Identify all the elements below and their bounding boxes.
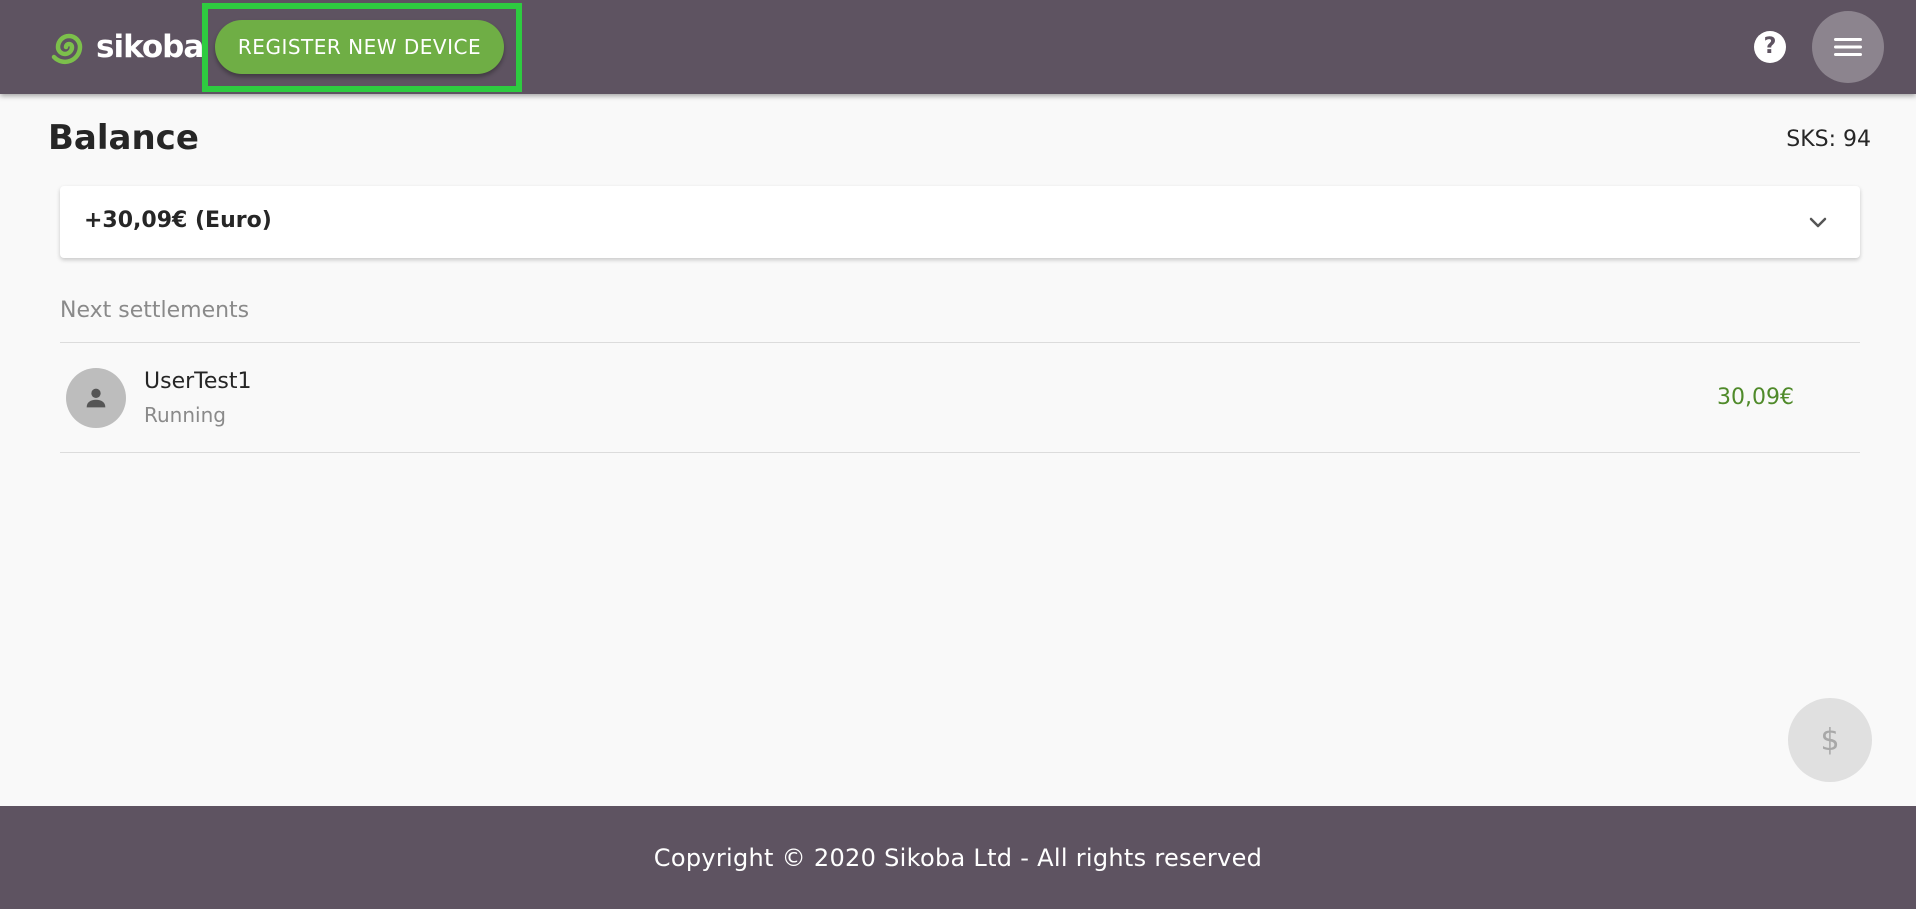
settlement-amount: 30,09€ bbox=[1717, 385, 1794, 410]
balance-amount: +30,09€ (Euro) bbox=[84, 208, 272, 233]
top-app-bar: sikoba REGISTER NEW DEVICE ? bbox=[0, 0, 1916, 94]
copyright-text: Copyright © 2020 Sikoba Ltd - All rights… bbox=[653, 843, 1263, 872]
divider bbox=[60, 452, 1860, 453]
menu-button[interactable] bbox=[1812, 11, 1884, 83]
help-button[interactable]: ? bbox=[1754, 31, 1786, 63]
sikoba-logo[interactable]: sikoba bbox=[48, 26, 204, 68]
page-title: Balance bbox=[48, 118, 199, 158]
chevron-down-icon[interactable] bbox=[1806, 210, 1830, 234]
divider bbox=[60, 342, 1860, 343]
brand-name: sikoba bbox=[96, 29, 204, 65]
person-icon bbox=[86, 388, 106, 408]
help-circle-icon: ? bbox=[1763, 34, 1777, 59]
register-new-device-button[interactable]: REGISTER NEW DEVICE bbox=[215, 20, 504, 74]
settlement-user-name: UserTest1 bbox=[144, 369, 252, 394]
next-settlements-heading: Next settlements bbox=[60, 298, 250, 323]
settlement-status: Running bbox=[144, 403, 226, 427]
sikoba-swirl-icon bbox=[51, 33, 83, 65]
payment-fab-button[interactable]: $ bbox=[1788, 698, 1872, 782]
sks-balance: SKS: 94 bbox=[1786, 127, 1871, 152]
hamburger-menu-icon bbox=[1834, 38, 1862, 56]
avatar bbox=[66, 368, 126, 428]
settlement-list-item[interactable]: UserTest1 Running 30,09€ bbox=[60, 344, 1860, 452]
balance-expansion-panel[interactable]: +30,09€ (Euro) bbox=[60, 186, 1860, 258]
dollar-icon: $ bbox=[1820, 722, 1840, 758]
footer: Copyright © 2020 Sikoba Ltd - All rights… bbox=[0, 806, 1916, 909]
